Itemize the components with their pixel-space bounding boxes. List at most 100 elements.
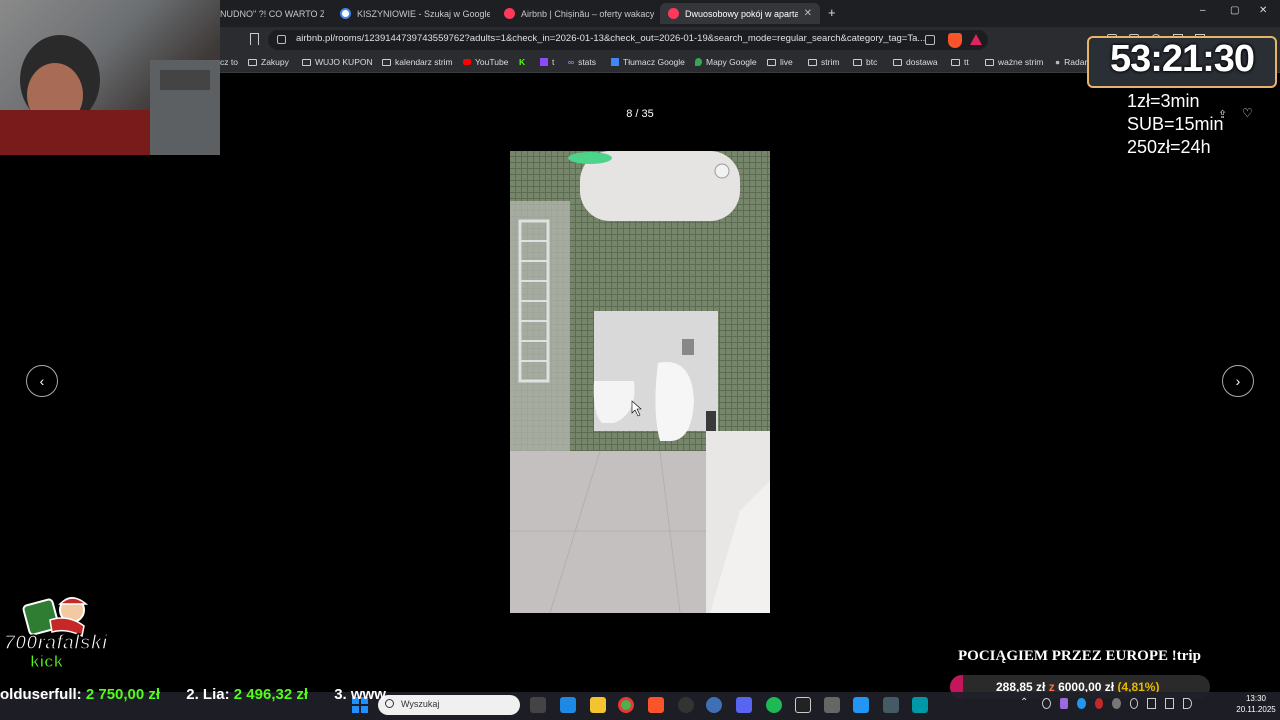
chrome-icon[interactable] bbox=[618, 697, 634, 713]
bookmark-item[interactable]: Tłumacz Google bbox=[611, 57, 685, 67]
bookmark-folder[interactable]: tt bbox=[951, 57, 969, 67]
bookmark-label: live bbox=[780, 57, 793, 67]
google-icon bbox=[340, 8, 351, 19]
widgets-icon[interactable] bbox=[560, 697, 576, 713]
chevron-left-icon: ‹ bbox=[39, 373, 45, 389]
spotify-icon[interactable] bbox=[766, 697, 782, 713]
folder-icon bbox=[985, 58, 994, 66]
close-window-button[interactable]: ✕ bbox=[1259, 5, 1267, 16]
system-tray bbox=[1042, 698, 1192, 710]
heart-icon[interactable]: ♡ bbox=[1242, 106, 1253, 120]
volume-icon[interactable] bbox=[1183, 698, 1192, 709]
tray-icon[interactable] bbox=[1129, 698, 1139, 709]
platform-name: kick bbox=[29, 652, 64, 672]
network-icon[interactable] bbox=[1165, 698, 1175, 709]
bookmark-folder[interactable]: ważne strim bbox=[985, 57, 1043, 67]
taskbar-date[interactable]: 20.11.2025 bbox=[1236, 705, 1276, 714]
task-view-icon[interactable] bbox=[530, 697, 546, 713]
stats-icon: ∞ bbox=[568, 57, 575, 67]
maps-icon bbox=[695, 58, 702, 66]
discord-icon[interactable] bbox=[736, 697, 752, 713]
tab-label: NUDNO" ?! CO WARTO ZOB bbox=[220, 8, 324, 19]
translate-icon bbox=[611, 58, 619, 66]
notepad-icon[interactable] bbox=[912, 697, 928, 713]
previous-photo-button[interactable]: ‹ bbox=[26, 365, 58, 397]
top-donors-ticker: olduserfull: 2 750,00 zł 2. Lia: 2 496,3… bbox=[0, 686, 386, 703]
listing-photo[interactable] bbox=[510, 151, 770, 613]
bookmark-folder[interactable]: live bbox=[767, 57, 793, 67]
app-icon[interactable] bbox=[853, 697, 869, 713]
brave-icon[interactable] bbox=[648, 697, 664, 713]
tab-label: Airbnb | Chișinău – oferty wakacyjne bbox=[521, 8, 654, 19]
bookmark-label: YouTube bbox=[475, 57, 509, 67]
donor-name: olduserfull: bbox=[0, 686, 82, 703]
folder-icon bbox=[302, 58, 311, 66]
bookmark-label: tt bbox=[964, 57, 969, 67]
tab-label: Dwuosobowy pokój w apartame bbox=[685, 8, 798, 19]
bookmark-item[interactable]: YouTube bbox=[463, 57, 508, 67]
folder-icon bbox=[382, 58, 391, 66]
maximize-button[interactable]: ▢ bbox=[1230, 5, 1239, 16]
share-icon[interactable] bbox=[925, 35, 935, 45]
channel-logo: 700rafalski kick bbox=[2, 592, 108, 674]
microphone-icon[interactable] bbox=[1147, 698, 1157, 709]
minimize-button[interactable]: – bbox=[1200, 5, 1206, 16]
timer-rule: 250zł=24h bbox=[1127, 137, 1211, 157]
folder-icon bbox=[808, 58, 817, 66]
bookmark-folder[interactable]: kalendarz strim bbox=[382, 57, 453, 67]
file-explorer-icon[interactable] bbox=[590, 697, 606, 713]
bookmark-folder[interactable]: WUJO KUPON bbox=[302, 57, 373, 67]
new-tab-button[interactable]: + bbox=[828, 5, 836, 20]
tab-2[interactable]: KISZYNIOWIE - Szukaj w Google bbox=[332, 3, 490, 24]
brave-rewards-icon[interactable] bbox=[970, 34, 982, 45]
tray-expand-icon[interactable]: ⌃ bbox=[1020, 697, 1028, 708]
tray-icon[interactable] bbox=[1059, 698, 1069, 709]
tab-1[interactable]: NUDNO" ?! CO WARTO ZOB bbox=[212, 3, 324, 24]
bookmark-item[interactable]: Mapy Google bbox=[695, 57, 757, 67]
bookmark-item[interactable]: t bbox=[540, 57, 554, 67]
bookmark-label: dostawa bbox=[906, 57, 938, 67]
bookmark-label: Zakupy bbox=[261, 57, 289, 67]
bookmark-folder[interactable]: dostawa bbox=[893, 57, 938, 67]
tray-icon[interactable] bbox=[1094, 698, 1104, 709]
bookmark-label: WUJO KUPON bbox=[315, 57, 373, 67]
folder-icon bbox=[248, 58, 257, 66]
donor-name: 2. Lia: bbox=[186, 686, 230, 703]
next-photo-button[interactable]: › bbox=[1222, 365, 1254, 397]
subathon-timer: 53:21:30 bbox=[1109, 38, 1255, 80]
bookmark-folder[interactable]: strim bbox=[808, 57, 839, 67]
taskbar-search[interactable] bbox=[378, 695, 520, 715]
airbnb-icon bbox=[668, 8, 679, 19]
bookmark-folder[interactable]: btc bbox=[853, 57, 877, 67]
brave-shield-icon[interactable] bbox=[948, 33, 962, 48]
webcam-overlay bbox=[0, 0, 220, 155]
obs-icon[interactable] bbox=[678, 697, 694, 713]
donor-amount: 2 496,32 zł bbox=[233, 686, 309, 703]
bookmark-folder[interactable]: Zakupy bbox=[248, 57, 289, 67]
bookmark-item[interactable]: K bbox=[519, 57, 525, 67]
app-icon[interactable] bbox=[795, 697, 811, 713]
donation-goal-title: POCIĄGIEM PRZEZ EUROPE !trip bbox=[958, 648, 1201, 664]
tab-3[interactable]: Airbnb | Chișinău – oferty wakacyjne bbox=[496, 3, 654, 24]
url-text: airbnb.pl/rooms/1239144739743559762?adul… bbox=[296, 33, 926, 44]
site-info-icon[interactable] bbox=[277, 35, 286, 44]
bookmark-item[interactable]: ● Radar bbox=[1055, 57, 1087, 67]
tab-4-active[interactable]: Dwuosobowy pokój w apartame ✕ bbox=[660, 3, 820, 24]
bookmark-label: kalendarz strim bbox=[395, 57, 453, 67]
bluetooth-icon[interactable] bbox=[1077, 698, 1086, 709]
calculator-icon[interactable] bbox=[824, 697, 840, 713]
tray-icon[interactable] bbox=[1042, 698, 1051, 709]
folder-icon bbox=[767, 58, 776, 66]
close-tab-icon[interactable]: ✕ bbox=[804, 8, 812, 19]
davinci-icon[interactable] bbox=[883, 697, 899, 713]
bookmark-item[interactable]: cz to bbox=[220, 57, 238, 67]
bookmark-label: strim bbox=[821, 57, 840, 67]
bathroom-photo bbox=[510, 151, 770, 613]
taskbar-time[interactable]: 13:30 bbox=[1236, 694, 1276, 703]
steam-icon[interactable] bbox=[1112, 698, 1121, 709]
app-icon[interactable] bbox=[706, 697, 722, 713]
bookmark-item[interactable]: ∞ stats bbox=[568, 57, 596, 67]
bookmark-icon[interactable] bbox=[250, 33, 259, 45]
tab-label: KISZYNIOWIE - Szukaj w Google bbox=[357, 8, 490, 19]
kick-icon: K bbox=[519, 57, 526, 67]
